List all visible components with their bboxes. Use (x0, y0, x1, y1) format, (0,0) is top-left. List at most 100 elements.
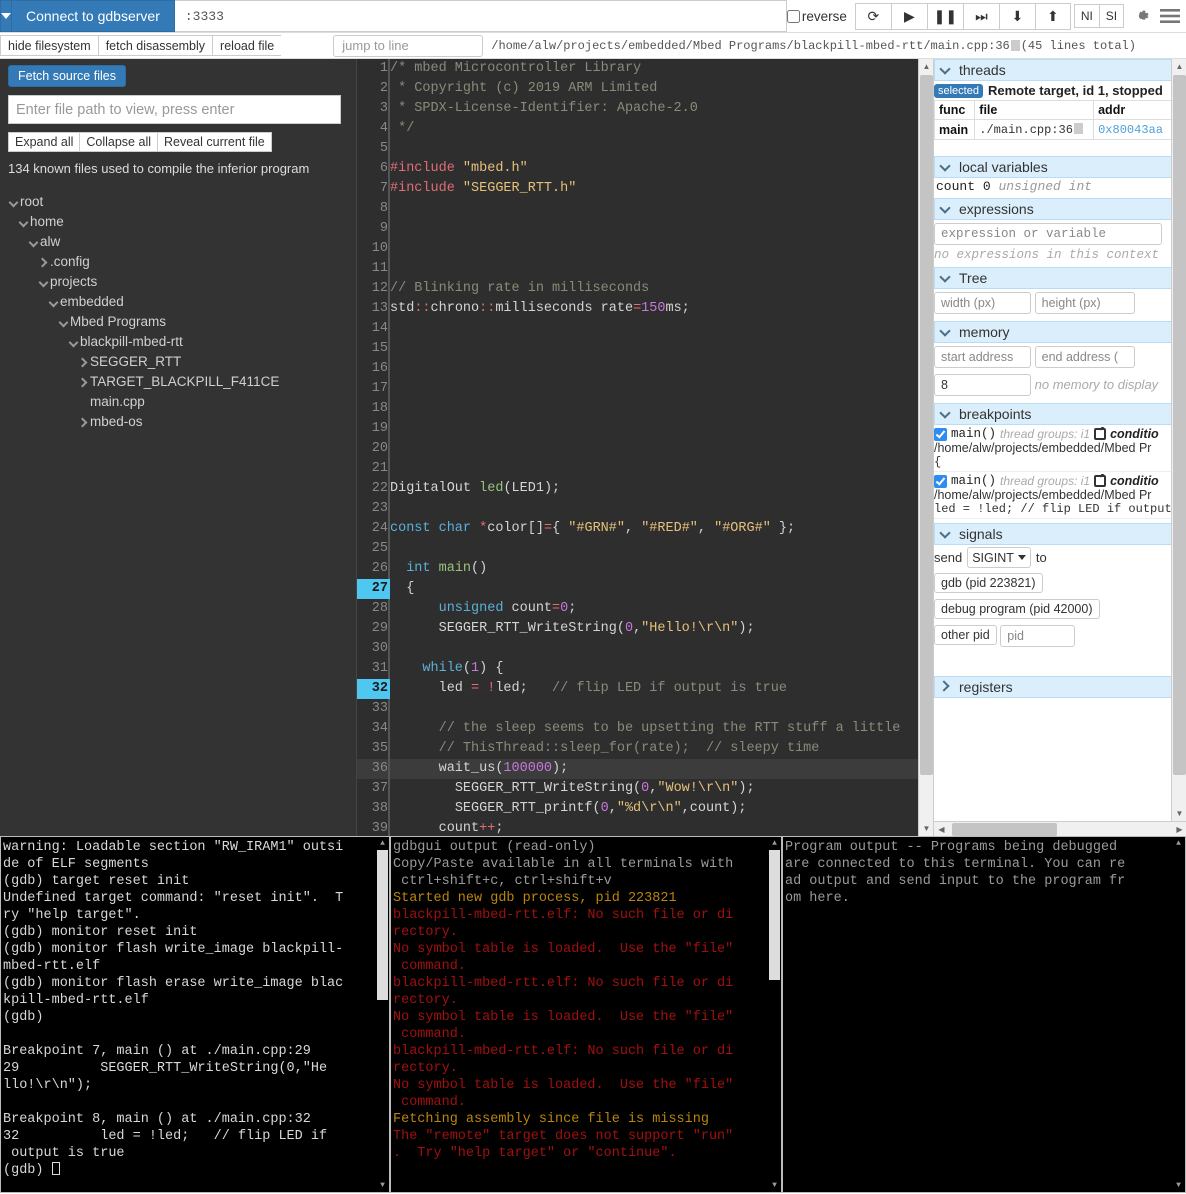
tree-height-input[interactable]: height (px) (1035, 292, 1135, 314)
connect-dropdown-toggle[interactable] (0, 0, 12, 32)
scroll-up-icon[interactable]: ▲ (769, 838, 780, 849)
program-output-terminal[interactable]: Program output -- Programs being debugge… (782, 836, 1186, 1193)
breakpoint-enabled-checkbox[interactable] (934, 428, 947, 441)
line-number-gutter[interactable]: 16 (357, 359, 389, 379)
scroll-up-icon[interactable]: ▲ (377, 838, 388, 849)
line-number-gutter[interactable]: 20 (357, 439, 389, 459)
line-number-gutter[interactable]: 21 (357, 459, 389, 479)
line-number-gutter[interactable]: 34 (357, 719, 389, 739)
copy-icon[interactable] (1074, 123, 1083, 134)
copy-icon[interactable] (1011, 40, 1020, 51)
connect-to-gdbserver-button[interactable]: Connect to gdbserver (12, 0, 175, 32)
scrollbar-thumb[interactable] (1173, 75, 1186, 775)
line-number-gutter[interactable]: 39 (357, 819, 389, 836)
hide-filesystem-button[interactable]: hide filesystem (0, 35, 98, 56)
next-button[interactable]: ⏭ (963, 3, 999, 30)
collapse-all-button[interactable]: Collapse all (79, 132, 157, 152)
source-vertical-scrollbar[interactable]: ▲ ▼ (918, 59, 933, 836)
jump-to-line-input[interactable]: jump to line (333, 35, 483, 57)
line-number-gutter[interactable]: 29 (357, 619, 389, 639)
threads-section-header[interactable]: threads (934, 59, 1172, 81)
line-number-gutter[interactable]: 23 (357, 499, 389, 519)
line-number-gutter[interactable]: 26 (357, 559, 389, 579)
line-number-gutter[interactable]: 15 (357, 339, 389, 359)
scrollbar-thumb[interactable] (920, 75, 933, 775)
line-number-gutter[interactable]: 22 (357, 479, 389, 499)
gear-icon[interactable] (1133, 7, 1151, 25)
line-number-gutter[interactable]: 38 (357, 799, 389, 819)
step-out-button[interactable]: ⬆ (1035, 3, 1071, 30)
gdb-terminal[interactable]: warning: Loadable section "RW_IRAM1" out… (0, 836, 390, 1193)
right-panel-horizontal-scrollbar[interactable]: ◀ ▶ (934, 821, 1186, 836)
line-number-gutter[interactable]: 37 (357, 779, 389, 799)
line-number-gutter[interactable]: 28 (357, 599, 389, 619)
edit-icon[interactable] (1094, 428, 1106, 440)
send-signal-other-pid-button[interactable]: other pid (934, 625, 997, 645)
line-number-gutter[interactable]: 27 (357, 579, 389, 599)
scrollbar-thumb-horizontal[interactable] (952, 823, 1057, 836)
filesystem-tree-node[interactable]: root (8, 192, 348, 212)
thread-entry[interactable]: selected Remote target, id 1, stopped (934, 81, 1172, 99)
breakpoint-row[interactable]: main()thread groups: i1conditio/home/alw… (934, 472, 1172, 519)
expressions-section-header[interactable]: expressions (934, 198, 1172, 220)
local-variables-section-header[interactable]: local variables (934, 156, 1172, 178)
filesystem-tree-node[interactable]: projects (8, 272, 348, 292)
scroll-right-icon[interactable]: ▶ (1172, 822, 1186, 836)
line-number-gutter[interactable]: 32 (357, 679, 389, 699)
expand-all-button[interactable]: Expand all (8, 132, 79, 152)
fetch-disassembly-button[interactable]: fetch disassembly (98, 35, 212, 56)
scroll-down-icon[interactable]: ▼ (377, 1180, 388, 1191)
scrollbar-thumb[interactable] (769, 850, 780, 980)
line-number-gutter[interactable]: 31 (357, 659, 389, 679)
line-number-gutter[interactable]: 3 (357, 99, 389, 119)
filesystem-tree-node[interactable]: .config (8, 252, 348, 272)
line-number-gutter[interactable]: 14 (357, 319, 389, 339)
breakpoint-condition-label[interactable]: conditio (1110, 427, 1159, 441)
memory-section-header[interactable]: memory (934, 321, 1172, 343)
reverse-checkbox[interactable] (787, 10, 800, 23)
filesystem-tree-node[interactable]: Mbed Programs (8, 312, 348, 332)
filesystem-tree-node[interactable]: TARGET_BLACKPILL_F411CE (8, 372, 348, 392)
line-number-gutter[interactable]: 18 (357, 399, 389, 419)
scroll-down-icon[interactable]: ▼ (1172, 806, 1186, 821)
filesystem-tree-node[interactable]: alw (8, 232, 348, 252)
next-instruction-button[interactable]: NI (1074, 4, 1099, 28)
line-number-gutter[interactable]: 24 (357, 519, 389, 539)
filesystem-tree-node[interactable]: home (8, 212, 348, 232)
variable-row[interactable]: count 0 unsigned int (934, 178, 1172, 195)
scrollbar-thumb[interactable] (377, 850, 388, 1000)
send-signal-to-program-button[interactable]: debug program (pid 42000) (934, 599, 1100, 619)
program-output-scrollbar[interactable]: ▲ ▼ (1172, 837, 1185, 1192)
fetch-source-files-button[interactable]: Fetch source files (8, 65, 126, 87)
memory-bytes-input[interactable]: 8 (934, 374, 1031, 396)
other-pid-input[interactable]: pid (1000, 625, 1075, 647)
scroll-up-icon[interactable]: ▲ (1173, 838, 1184, 849)
line-number-gutter[interactable]: 33 (357, 699, 389, 719)
line-number-gutter[interactable]: 9 (357, 219, 389, 239)
memory-start-address-input[interactable]: start address (934, 346, 1031, 368)
hamburger-menu-icon[interactable] (1160, 8, 1180, 24)
gdbgui-output-terminal[interactable]: gdbgui output (read-only)Copy/Paste avai… (390, 836, 782, 1193)
reverse-toggle[interactable]: reverse (787, 9, 847, 24)
address-link[interactable]: 0x80043aa (1098, 123, 1163, 137)
right-panel-vertical-scrollbar[interactable]: ▲ ▼ (1171, 59, 1186, 821)
filesystem-tree-node[interactable]: mbed-os (8, 412, 348, 432)
gdbserver-address-input[interactable]: :3333 (175, 0, 787, 32)
tree-width-input[interactable]: width (px) (934, 292, 1031, 314)
breakpoint-path[interactable]: /home/alw/projects/embedded/Mbed Pr (934, 441, 1172, 455)
line-number-gutter[interactable]: 8 (357, 199, 389, 219)
file-path-input[interactable]: Enter file path to view, press enter (8, 95, 341, 124)
line-number-gutter[interactable]: 7 (357, 179, 389, 199)
line-number-gutter[interactable]: 30 (357, 639, 389, 659)
continue-button[interactable]: ▶ (891, 3, 927, 30)
scroll-down-icon[interactable]: ▼ (1173, 1180, 1184, 1191)
reveal-current-file-button[interactable]: Reveal current file (157, 132, 272, 152)
send-signal-to-gdb-button[interactable]: gdb (pid 223821) (934, 573, 1043, 593)
scroll-up-icon[interactable]: ▲ (919, 59, 933, 74)
memory-end-address-input[interactable]: end address ( (1035, 346, 1135, 368)
line-number-gutter[interactable]: 13 (357, 299, 389, 319)
line-number-gutter[interactable]: 1 (357, 59, 389, 79)
breakpoint-path[interactable]: /home/alw/projects/embedded/Mbed Pr (934, 488, 1172, 502)
tree-section-header[interactable]: Tree (934, 267, 1172, 289)
line-number-gutter[interactable]: 36 (357, 759, 389, 779)
